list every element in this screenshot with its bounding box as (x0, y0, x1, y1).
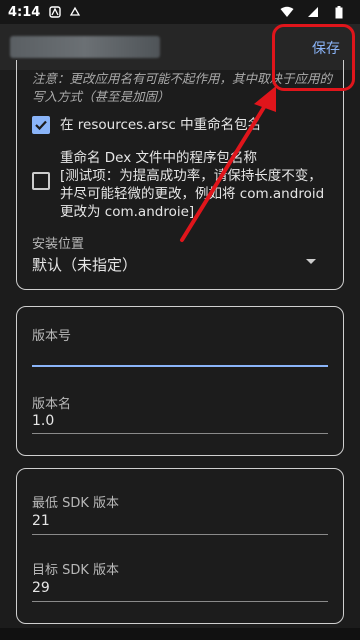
wifi-icon (280, 5, 294, 19)
app-title-blurred (10, 36, 160, 58)
install-location-label: 安装位置 (32, 237, 85, 252)
check-icon (35, 120, 47, 131)
target-sdk-input[interactable]: 29 (32, 580, 50, 596)
status-bar: 4:14 (0, 0, 360, 24)
rename-dex-checkbox[interactable] (32, 172, 50, 190)
version-code-underline (32, 365, 328, 367)
rename-dex-text: 重命名 Dex 文件中的程序包名称 [测试项：为提高成功率，请保持长度不变， 并… (60, 149, 330, 221)
battery-icon (332, 5, 346, 19)
app-notification-icon (48, 5, 62, 19)
signal-icon (306, 5, 320, 19)
rename-arsc-checkbox[interactable] (32, 116, 50, 134)
version-name-input[interactable]: 1.0 (32, 413, 54, 429)
status-time: 4:14 (8, 4, 41, 20)
save-highlight-box (272, 24, 355, 91)
android-icon (68, 5, 82, 19)
version-code-label: 版本号 (32, 329, 72, 344)
rename-arsc-label: 在 resources.arsc 中重命名包名 (60, 117, 262, 133)
min-sdk-underline (32, 534, 328, 535)
target-sdk-label: 目标 SDK 版本 (32, 563, 120, 578)
target-sdk-underline (32, 601, 328, 602)
rename-dex-hint-2: 并尽可能轻微的更改，例如将 com.android (60, 186, 325, 202)
version-name-label: 版本名 (32, 397, 72, 412)
system-nav-bar (0, 628, 360, 640)
rename-dex-hint-1: [测试项：为提高成功率，请保持长度不变， (60, 168, 322, 184)
min-sdk-label: 最低 SDK 版本 (32, 496, 120, 511)
min-sdk-input[interactable]: 21 (32, 513, 50, 529)
version-name-underline (32, 433, 328, 434)
rename-dex-label: 重命名 Dex 文件中的程序包名称 (60, 150, 258, 166)
rename-dex-hint-3: 更改为 com.androie] (60, 204, 195, 220)
install-location-select[interactable]: 默认（未指定） (32, 254, 137, 275)
dropdown-arrow-icon[interactable] (306, 259, 316, 264)
